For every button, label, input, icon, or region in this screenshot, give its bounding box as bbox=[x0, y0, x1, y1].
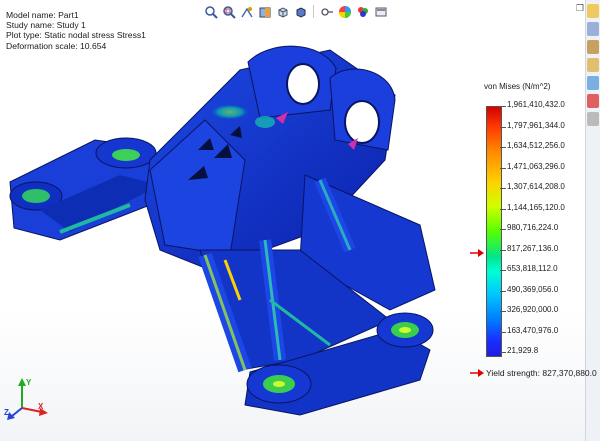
deformation-scale: Deformation scale: 10.654 bbox=[6, 40, 107, 51]
previous-view-icon[interactable] bbox=[239, 4, 254, 19]
yield-strength: Yield strength: 827,370,880.0 bbox=[470, 368, 597, 378]
legend-label: 490,369,056.0 bbox=[500, 285, 558, 294]
legend-label: 1,961,410,432.0 bbox=[500, 100, 565, 109]
restore-window-icon[interactable]: ❐ bbox=[576, 3, 584, 14]
graphics-area[interactable]: Model name: Part1 Study name: Study 1 Pl… bbox=[0, 0, 600, 441]
model-info: Model name: Part1 Study name: Study 1 Pl… bbox=[6, 10, 146, 51]
legend-label: 653,818,112.0 bbox=[500, 264, 558, 273]
legend-label: 21,929.8 bbox=[500, 346, 538, 355]
legend-label: 1,144,165,120.0 bbox=[500, 203, 565, 212]
legend-label: 980,716,224.0 bbox=[500, 223, 558, 232]
home-tab-icon[interactable] bbox=[587, 4, 599, 18]
apply-scene-icon[interactable] bbox=[355, 4, 370, 19]
yield-arrow-icon bbox=[470, 369, 484, 377]
legend-label: 1,307,614,208.0 bbox=[500, 182, 565, 191]
legend-label: 1,797,961,344.0 bbox=[500, 121, 565, 130]
legend-label: 326,920,000.0 bbox=[500, 305, 558, 314]
view-settings-icon[interactable] bbox=[373, 4, 388, 19]
toolbar-separator bbox=[313, 5, 314, 18]
edit-appearance-icon[interactable] bbox=[337, 4, 352, 19]
triad-x-label: X bbox=[38, 402, 44, 411]
legend-label: 163,470,976.0 bbox=[500, 326, 558, 335]
triad-z-label: Z bbox=[4, 408, 9, 417]
heads-up-view-toolbar bbox=[203, 3, 388, 20]
yield-marker-arrow-icon bbox=[470, 249, 484, 257]
legend-label: 1,634,512,256.0 bbox=[500, 141, 565, 150]
appearances-tab-icon[interactable] bbox=[587, 94, 599, 108]
hide-show-items-icon[interactable] bbox=[319, 4, 334, 19]
stress-color-scale bbox=[486, 106, 502, 357]
plot-type: Plot type: Static nodal stress Stress1 bbox=[6, 30, 146, 41]
legend-label: 1,471,063,296.0 bbox=[500, 162, 565, 171]
window-controls: ❐ bbox=[576, 3, 584, 14]
legend-title: von Mises (N/m^2) bbox=[484, 82, 551, 91]
yield-strength-text: Yield strength: 827,370,880.0 bbox=[486, 368, 597, 378]
file-explorer-tab-icon[interactable] bbox=[587, 58, 599, 72]
custom-properties-tab-icon[interactable] bbox=[587, 112, 599, 126]
zoom-to-area-icon[interactable] bbox=[221, 4, 236, 19]
view-palette-tab-icon[interactable] bbox=[587, 76, 599, 90]
triad-y-label: Y bbox=[26, 378, 32, 387]
zoom-to-fit-icon[interactable] bbox=[203, 4, 218, 19]
legend-label: 817,267,136.0 bbox=[500, 244, 558, 253]
design-library-tab-icon[interactable] bbox=[587, 40, 599, 54]
reference-triad[interactable]: Y X Z bbox=[4, 378, 48, 422]
study-name: Study name: Study 1 bbox=[6, 20, 86, 31]
view-orientation-icon[interactable] bbox=[275, 4, 290, 19]
model-name: Model name: Part1 bbox=[6, 10, 79, 20]
section-view-icon[interactable] bbox=[257, 4, 272, 19]
display-style-icon[interactable] bbox=[293, 4, 308, 19]
resources-tab-icon[interactable] bbox=[587, 22, 599, 36]
